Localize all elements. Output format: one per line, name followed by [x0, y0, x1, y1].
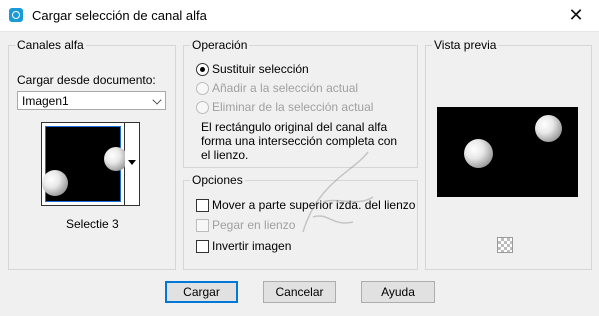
- channel-thumbnail-image: [42, 126, 128, 202]
- title-bar: Cargar selección de canal alfa ✕: [0, 0, 599, 32]
- channel-caption: Selectie 3: [66, 217, 119, 231]
- channel-thumbnail[interactable]: [41, 122, 128, 206]
- vista-previa-title: Vista previa: [432, 38, 499, 52]
- ayuda-button[interactable]: Ayuda: [361, 281, 435, 303]
- preview-sphere-left: [464, 139, 493, 168]
- checkerboard-icon[interactable]: [497, 237, 513, 253]
- radio-anadir-label[interactable]: Añadir a la selección actual: [212, 81, 358, 95]
- watermark-flourish: [302, 151, 374, 233]
- preview-canvas: [437, 107, 578, 197]
- chevron-down-icon: [152, 95, 162, 105]
- checkbox-invert-image-label[interactable]: Invertir imagen: [212, 239, 291, 253]
- close-icon[interactable]: ✕: [553, 0, 599, 31]
- checkbox-paste-canvas[interactable]: [196, 219, 209, 232]
- document-select[interactable]: Imagen1: [17, 91, 166, 110]
- canales-alfa-title: Canales alfa: [15, 38, 86, 52]
- channel-dropdown-button[interactable]: [125, 122, 140, 206]
- operation-description-line-1: El rectángulo original del canal alfa: [201, 120, 388, 134]
- app-icon: [9, 8, 23, 22]
- radio-eliminar[interactable]: [196, 101, 209, 114]
- document-select-value: Imagen1: [22, 94, 69, 108]
- checkbox-invert-image[interactable]: [196, 240, 209, 253]
- sphere-small-bottom: [42, 170, 68, 196]
- radio-eliminar-label[interactable]: Eliminar de la selección actual: [212, 100, 373, 114]
- operation-description-line-3: el lienzo.: [201, 148, 249, 162]
- operacion-title: Operación: [190, 38, 250, 52]
- radio-anadir[interactable]: [196, 82, 209, 95]
- preview-sphere-right: [535, 115, 562, 142]
- cancelar-button[interactable]: Cancelar: [263, 281, 336, 303]
- load-from-document-label: Cargar desde documento:: [17, 73, 156, 87]
- cargar-button[interactable]: Cargar: [165, 281, 238, 303]
- opciones-title: Opciones: [190, 173, 245, 187]
- window-title: Cargar selección de canal alfa: [32, 8, 207, 23]
- checkbox-move-top-left[interactable]: [196, 199, 209, 212]
- radio-sustituir[interactable]: [196, 63, 209, 76]
- radio-sustituir-label[interactable]: Sustituir selección: [212, 62, 309, 76]
